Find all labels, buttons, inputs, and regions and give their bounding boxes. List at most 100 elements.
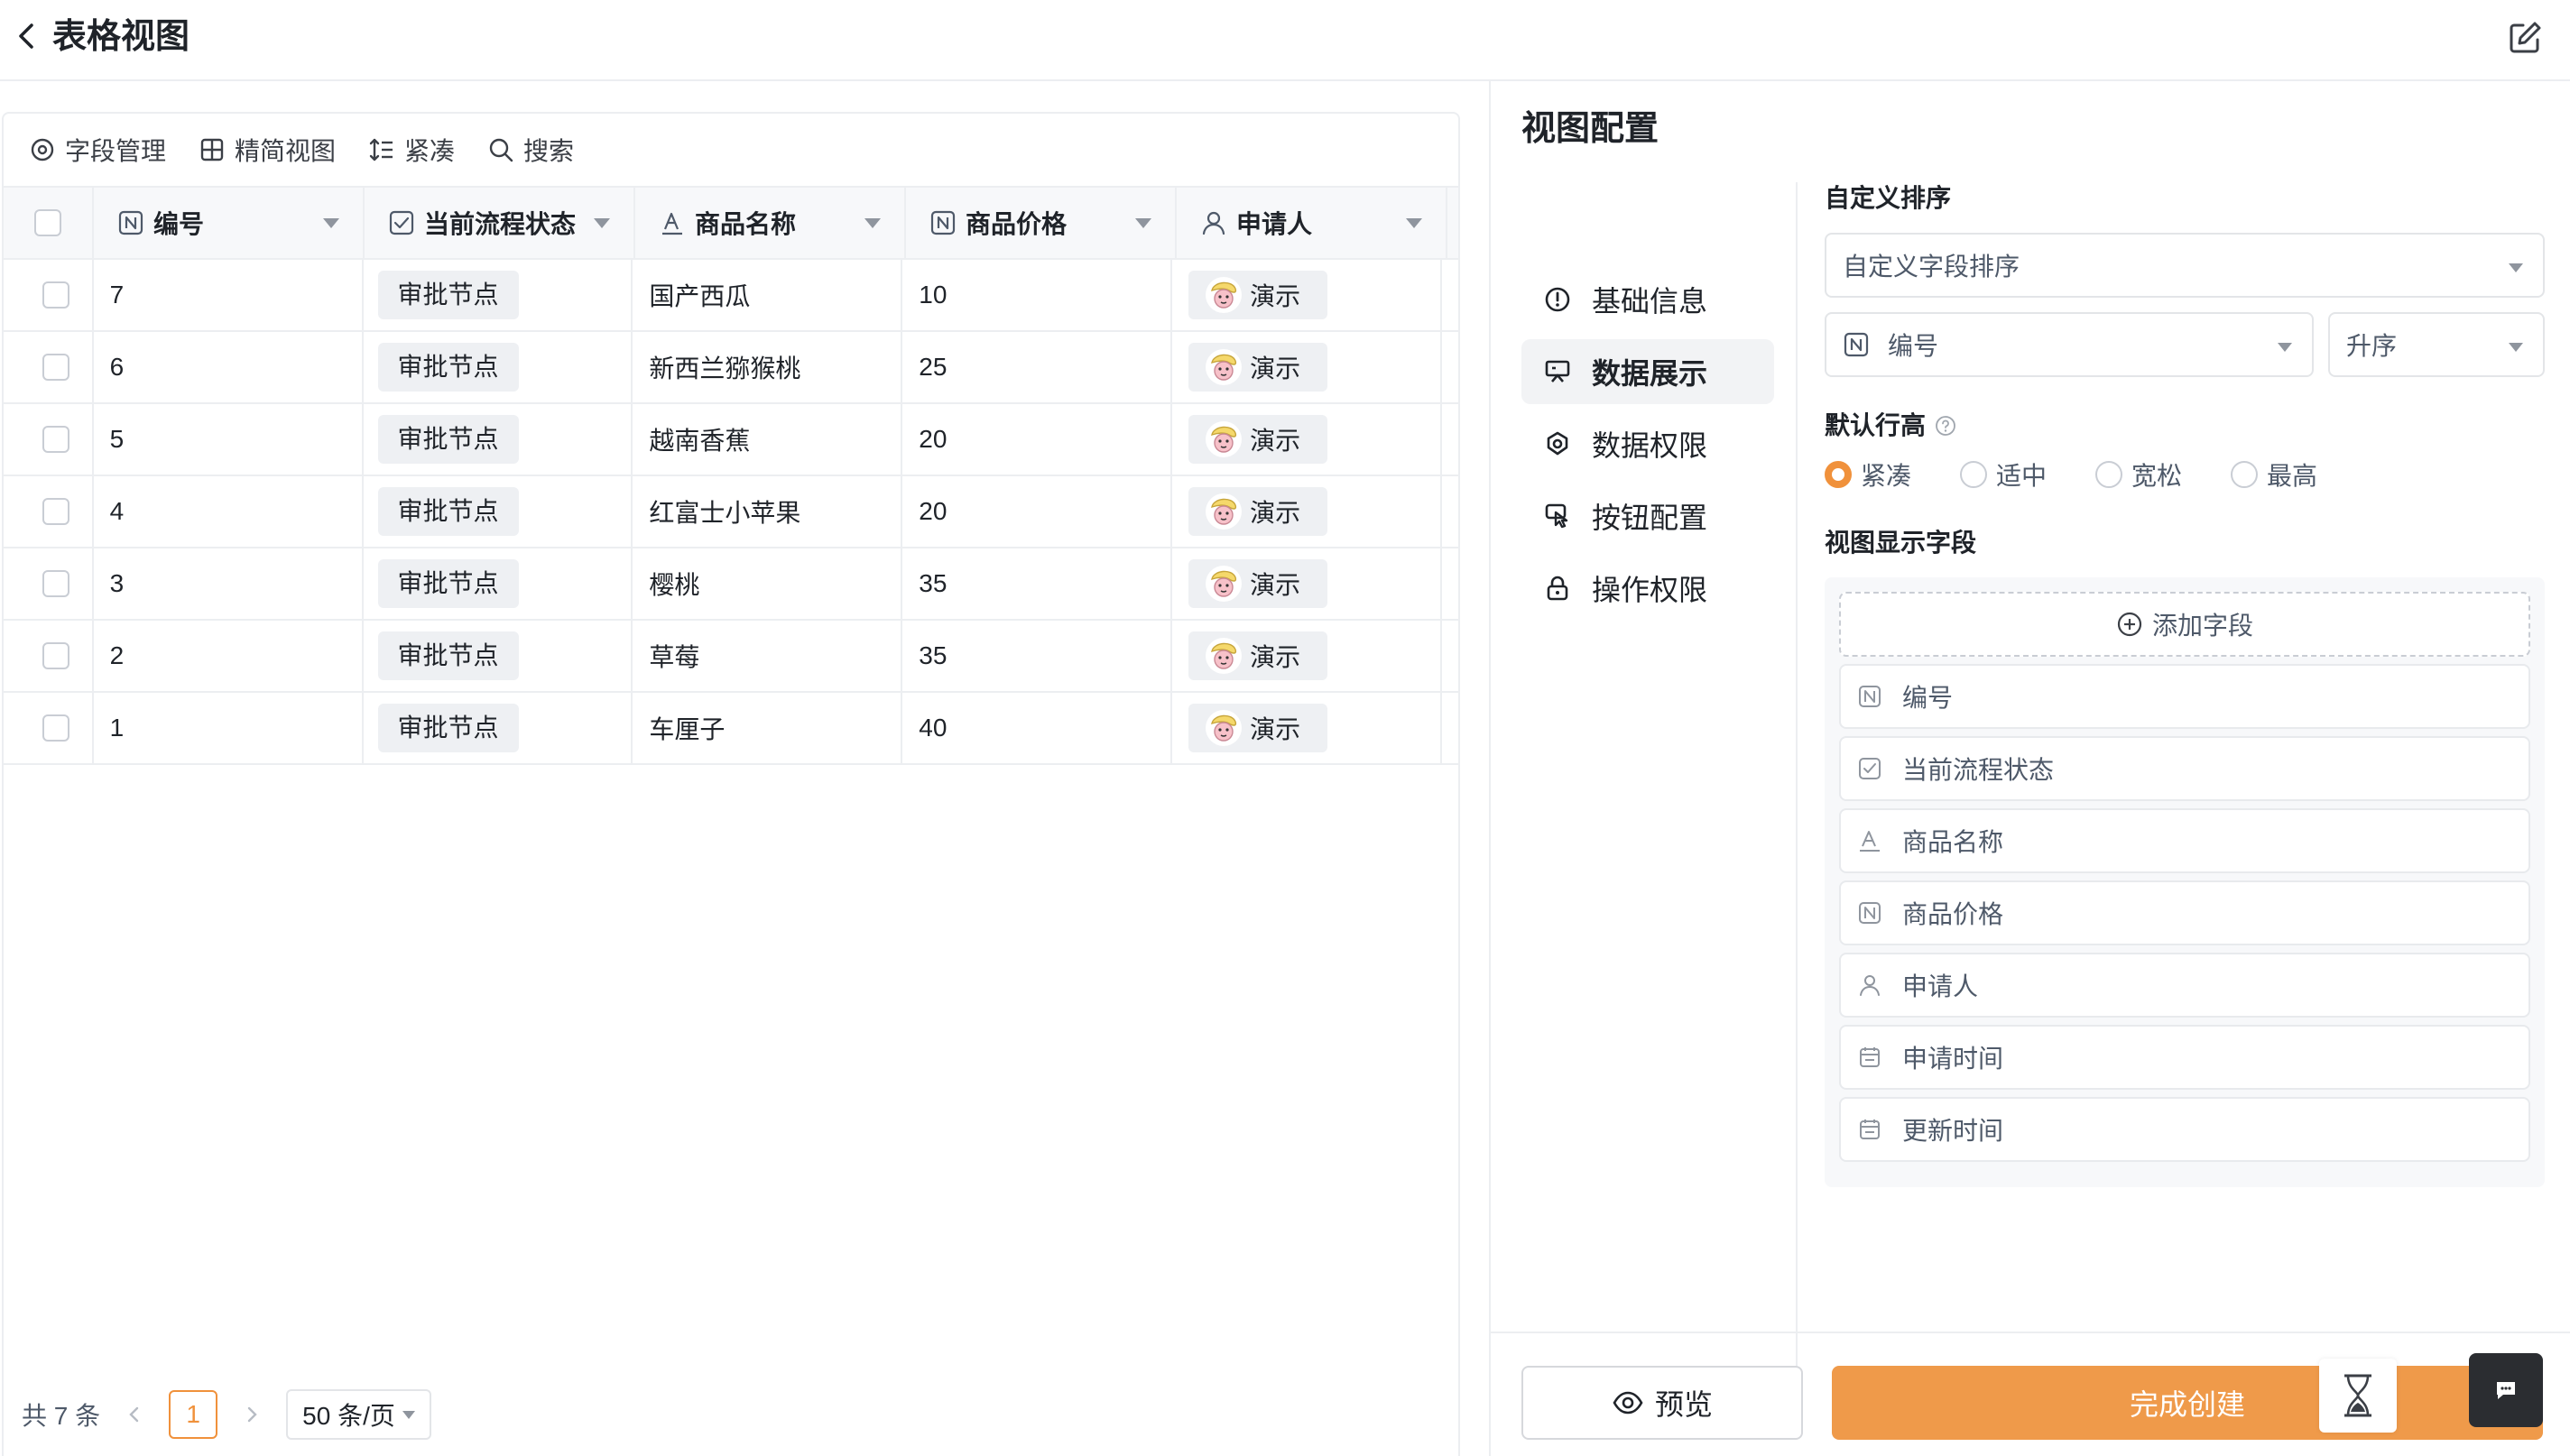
- table-row[interactable]: 3 审批节点 樱桃 35 演示: [4, 548, 1458, 621]
- row-checkbox[interactable]: [42, 426, 69, 453]
- display-field-item[interactable]: 编号: [1839, 664, 2530, 729]
- radio-compact[interactable]: 紧凑: [1825, 456, 1911, 493]
- cell-id-text: 3: [109, 569, 125, 597]
- caret-down-icon[interactable]: [864, 218, 881, 228]
- display-field-item[interactable]: 更新时间: [1839, 1097, 2530, 1162]
- user-chip[interactable]: 演示: [1188, 271, 1328, 319]
- user-chip[interactable]: 演示: [1188, 343, 1328, 392]
- nav-item-basic-info[interactable]: 基础信息: [1521, 267, 1774, 332]
- radio-medium[interactable]: 适中: [1960, 456, 2047, 493]
- column-header-id[interactable]: 编号: [94, 188, 365, 258]
- row-height-label: 紧凑: [404, 137, 456, 165]
- edit-icon[interactable]: [2505, 18, 2545, 58]
- row-height-section-text: 默认行高: [1825, 411, 1927, 439]
- user-chip[interactable]: 演示: [1188, 559, 1328, 608]
- table-panel: 字段管理 精简视图 紧凑 搜索 编号 当前流程状态 商品名称 商品价格 申请人 …: [2, 112, 1460, 1456]
- caret-down-icon[interactable]: [1406, 218, 1422, 228]
- prev-page-icon[interactable]: [124, 1404, 145, 1425]
- display-field-item[interactable]: 申请时间: [1839, 1025, 2530, 1090]
- table-row[interactable]: 4 审批节点 红富士小苹果 20 演示: [4, 476, 1458, 548]
- sort-order-select[interactable]: 升序: [2328, 312, 2545, 377]
- table-row[interactable]: 1 审批节点 车厘子 40 演示: [4, 693, 1458, 765]
- row-checkbox[interactable]: [42, 714, 69, 742]
- cell-price: 10: [902, 260, 1173, 330]
- nav-item-data-permission[interactable]: 数据权限: [1521, 411, 1774, 476]
- current-page-button[interactable]: 1: [169, 1390, 218, 1439]
- preview-button[interactable]: 预览: [1521, 1366, 1803, 1440]
- avatar: [1205, 709, 1243, 747]
- field-manage-button[interactable]: 字段管理: [29, 132, 166, 168]
- user-chip[interactable]: 演示: [1188, 415, 1328, 464]
- cell-name-text: 国产西瓜: [649, 282, 751, 310]
- row-checkbox[interactable]: [42, 281, 69, 309]
- row-select-cell[interactable]: [4, 476, 94, 547]
- cell-name-text: 新西兰猕猴桃: [649, 355, 801, 382]
- radio-label: 紧凑: [1861, 462, 1912, 490]
- table-row[interactable]: 7 审批节点 国产西瓜 10 演示: [4, 260, 1458, 332]
- caret-down-icon[interactable]: [323, 218, 339, 228]
- cell-name-text: 越南香蕉: [649, 427, 751, 455]
- column-header-name[interactable]: 商品名称: [635, 188, 906, 258]
- config-form: 自定义排序 自定义字段排序 编号 升序 默认行高 紧凑 适中 宽松 最高 视图显…: [1825, 180, 2545, 1187]
- radio-dot[interactable]: [2095, 461, 2123, 488]
- radio-dot[interactable]: [1960, 461, 1988, 488]
- row-height-button[interactable]: 紧凑: [368, 132, 455, 168]
- row-select-cell[interactable]: [4, 693, 94, 763]
- status-badge: 审批节点: [377, 415, 519, 464]
- table-row[interactable]: 2 审批节点 草莓 35 演示: [4, 621, 1458, 693]
- table-toolbar: 字段管理 精简视图 紧凑 搜索: [4, 114, 1458, 186]
- user-chip[interactable]: 演示: [1188, 631, 1328, 680]
- search-button[interactable]: 搜索: [487, 132, 574, 168]
- table-row[interactable]: 5 审批节点 越南香蕉 20 演示: [4, 404, 1458, 476]
- row-select-cell[interactable]: [4, 404, 94, 475]
- caret-down-icon[interactable]: [1135, 218, 1151, 228]
- row-height-radio-group: 紧凑 适中 宽松 最高: [1825, 455, 2545, 494]
- header-select-all[interactable]: [4, 188, 94, 258]
- row-checkbox[interactable]: [42, 570, 69, 597]
- complete-create-button[interactable]: 完成创建: [1832, 1366, 2543, 1440]
- chat-icon[interactable]: [2469, 1353, 2543, 1427]
- cell-price: 20: [902, 404, 1173, 475]
- person-field-icon: [1857, 972, 1882, 998]
- sort-type-select[interactable]: 自定义字段排序: [1825, 233, 2545, 298]
- nav-item-button-config[interactable]: 按钮配置: [1521, 484, 1774, 548]
- display-field-item[interactable]: 当前流程状态: [1839, 736, 2530, 801]
- back-icon[interactable]: [9, 18, 45, 54]
- status-badge: 审批节点: [377, 631, 519, 680]
- nav-item-operation-permission[interactable]: 操作权限: [1521, 556, 1774, 621]
- row-select-cell[interactable]: [4, 260, 94, 330]
- row-checkbox[interactable]: [42, 498, 69, 525]
- avatar: [1205, 565, 1243, 603]
- row-checkbox[interactable]: [42, 354, 69, 381]
- help-icon[interactable]: [1935, 415, 1956, 437]
- column-header-applicant[interactable]: 申请人: [1177, 188, 1447, 258]
- radio-dot[interactable]: [2231, 461, 2259, 488]
- radio-loose[interactable]: 宽松: [2095, 456, 2182, 493]
- user-chip[interactable]: 演示: [1188, 704, 1328, 752]
- column-header-price[interactable]: 商品价格: [906, 188, 1177, 258]
- display-field-item[interactable]: 商品价格: [1839, 880, 2530, 945]
- sort-field-select[interactable]: 编号: [1825, 312, 2314, 377]
- row-select-cell[interactable]: [4, 332, 94, 402]
- row-select-cell[interactable]: [4, 621, 94, 691]
- select-all-checkbox[interactable]: [34, 209, 61, 236]
- simple-view-button[interactable]: 精简视图: [199, 132, 336, 168]
- nav-item-data-display[interactable]: 数据展示: [1521, 339, 1774, 404]
- row-select-cell[interactable]: [4, 548, 94, 619]
- caret-down-icon[interactable]: [594, 218, 610, 228]
- column-header-status[interactable]: 当前流程状态: [365, 188, 635, 258]
- cell-id: 1: [94, 693, 364, 763]
- hourglass-icon[interactable]: [2319, 1359, 2397, 1433]
- radio-dot[interactable]: [1825, 461, 1852, 488]
- caret-down-icon: [2278, 343, 2292, 352]
- add-field-button[interactable]: 添加字段: [1839, 592, 2530, 657]
- next-page-icon[interactable]: [241, 1404, 263, 1425]
- radio-highest[interactable]: 最高: [2231, 456, 2317, 493]
- display-field-item[interactable]: 商品名称: [1839, 808, 2530, 873]
- user-chip[interactable]: 演示: [1188, 487, 1328, 536]
- table-row[interactable]: 6 审批节点 新西兰猕猴桃 25 演示: [4, 332, 1458, 404]
- page-size-select[interactable]: 50 条/页: [286, 1389, 431, 1440]
- cell-price: 35: [902, 621, 1173, 691]
- row-checkbox[interactable]: [42, 642, 69, 669]
- display-field-item[interactable]: 申请人: [1839, 953, 2530, 1018]
